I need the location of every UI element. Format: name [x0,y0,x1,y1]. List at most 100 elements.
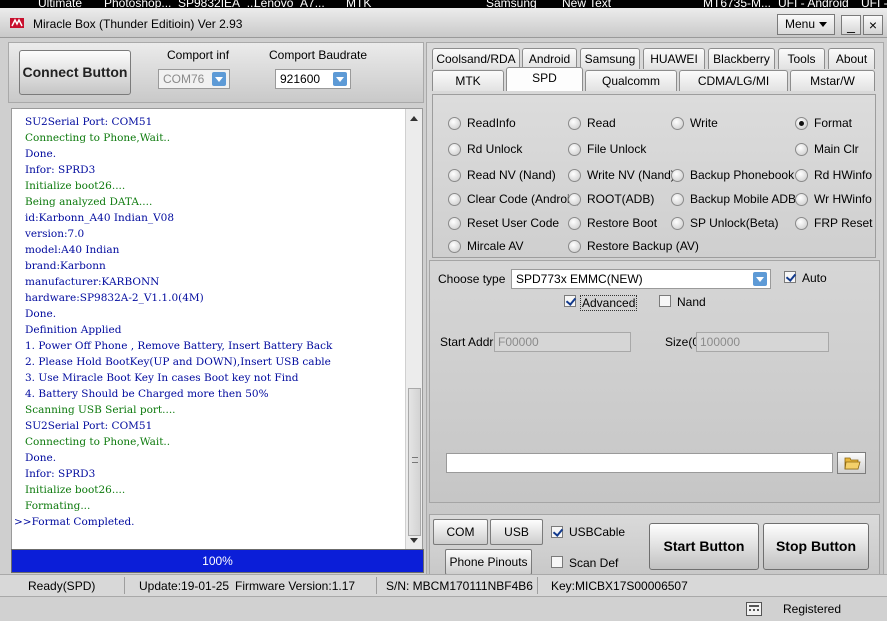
log-line: SU2Serial Port: COM51 [25,420,153,432]
desktop-icon-label[interactable]: Samsung [486,0,537,10]
radio-button[interactable] [448,143,461,156]
tab-about[interactable]: About [828,48,875,69]
stop-button[interactable]: Stop Button [763,523,869,570]
operation-label: SP Unlock(Beta) [690,216,779,230]
radio-button[interactable] [795,117,808,130]
radio-button[interactable] [671,117,684,130]
browse-folder-button[interactable] [837,452,866,474]
tab-qualcomm[interactable]: Qualcomm [585,70,677,91]
desktop-icon-label[interactable]: Lenovo_A7... [254,0,325,10]
radio-button[interactable] [448,117,461,130]
baudrate-select[interactable]: 921600 [275,69,351,89]
nand-label: Nand [677,295,706,309]
desktop-icon-label[interactable]: MTK [346,0,371,10]
log-line: 4. Battery Should be Charged more then 5… [25,388,269,400]
radio-button[interactable] [795,169,808,182]
tab-tools[interactable]: Tools [778,48,825,69]
dropdown-arrow-icon [212,72,226,86]
size-field[interactable]: 100000 [696,332,829,352]
choose-type-select[interactable]: SPD773x EMMC(NEW) [511,269,771,289]
operation-label: Rd HWinfo [814,168,873,182]
tab-android[interactable]: Android [522,48,577,69]
log-line: SU2Serial Port: COM51 [25,116,153,128]
file-path-input[interactable] [446,453,833,473]
scroll-thumb[interactable] [408,388,421,536]
radio-button[interactable] [568,117,581,130]
log-scrollbar[interactable] [405,109,422,551]
connect-button[interactable]: Connect Button [19,50,131,95]
com-scan-button[interactable]: COM Scan [433,519,488,563]
radio-button[interactable] [568,217,581,230]
log-line: Connecting to Phone,Wait.. [25,132,171,144]
comport-label: Comport inf [167,48,230,62]
scroll-up-icon[interactable] [410,116,418,121]
log-line: manufacturer:KARBONN [25,276,160,288]
registered-label: Registered [783,602,842,616]
operation-label: Wr HWinfo [814,192,872,206]
tab-mstar-w[interactable]: Mstar/W [790,70,875,91]
desktop-icon-label[interactable]: MT6735-M... [703,0,771,10]
radio-button[interactable] [671,193,684,206]
log-line: id:Karbonn_A40 Indian_V08 [25,212,175,224]
radio-button[interactable] [448,169,461,182]
start-button[interactable]: Start Button [649,523,759,570]
minimize-button[interactable]: _ [841,15,861,35]
usbcable-label: USBCable [569,525,626,539]
keyboard-icon [746,602,762,616]
desktop-icon-label[interactable]: UFI - [861,0,887,10]
radio-button[interactable] [448,217,461,230]
nand-checkbox[interactable] [659,295,671,307]
radio-button[interactable] [568,143,581,156]
tab-spd[interactable]: SPD [506,67,583,91]
log-line: Infor: SPRD3 [25,468,96,480]
desktop-icon-label[interactable]: Photoshop... [104,0,171,10]
window-title: Miracle Box (Thunder Editioin) Ver 2.93 [33,17,243,31]
title-bar[interactable]: Miracle Box (Thunder Editioin) Ver 2.93 … [0,8,887,38]
radio-button[interactable] [671,169,684,182]
radio-button[interactable] [568,193,581,206]
status-divider [124,577,125,594]
tab-mtk[interactable]: MTK [432,70,504,91]
tab-samsung[interactable]: Samsung [580,48,640,69]
operation-label: Read NV (Nand) [467,168,556,182]
log-line: Connecting to Phone,Wait.. [25,436,171,448]
auto-checkbox[interactable] [784,271,796,283]
radio-button[interactable] [671,217,684,230]
radio-button[interactable] [448,193,461,206]
tab-huawei[interactable]: HUAWEI [643,48,705,69]
radio-button[interactable] [448,240,461,253]
desktop-icon-label[interactable]: Ultimate [38,0,82,10]
tab-blackberry[interactable]: Blackberry [708,48,775,69]
log-line: hardware:SP9832A-2_V1.1.0(4M) [25,292,204,304]
start-addr-field[interactable]: F00000 [494,332,631,352]
desktop-icon-label[interactable]: UFI - Android [778,0,849,10]
radio-button[interactable] [568,169,581,182]
radio-button[interactable] [795,143,808,156]
footer-bar: Registered [0,596,887,621]
scroll-down-icon[interactable] [410,538,418,543]
advanced-checkbox[interactable] [564,295,576,307]
radio-button[interactable] [795,217,808,230]
phone-pinouts-button[interactable]: Phone Pinouts [445,549,532,575]
log-line: Done. [25,452,57,464]
log-line: Being analyzed DATA.... [25,196,153,208]
desktop-icon-label[interactable]: SP9832IEA_... [178,0,257,10]
comport-select[interactable]: COM76 [158,69,230,89]
close-button[interactable]: × [863,15,883,35]
usbcable-checkbox[interactable] [551,526,563,538]
desktop-icon-label[interactable]: New Text [562,0,611,10]
scan-def-checkbox[interactable] [551,556,563,568]
log-output[interactable]: SU2Serial Port: COM51 Connecting to Phone… [11,108,423,552]
usb-scan-button[interactable]: USB Scan [490,519,543,563]
tab-cdma-lg-mi[interactable]: CDMA/LG/MI [679,70,788,91]
operation-label: Read [587,116,616,130]
menu-button[interactable]: Menu [777,14,835,35]
tab-coolsand-rda[interactable]: Coolsand/RDA [432,48,520,69]
connection-panel: Connect Button Comport inf COM76 Comport… [8,42,424,103]
operation-label: Write NV (Nand) [587,168,675,182]
radio-button[interactable] [568,240,581,253]
radio-button[interactable] [795,193,808,206]
log-line: 3. Use Miracle Boot Key In cases Boot ke… [25,372,299,384]
operation-label: Main Clr [814,142,859,156]
operation-label: FRP Reset [814,216,873,230]
